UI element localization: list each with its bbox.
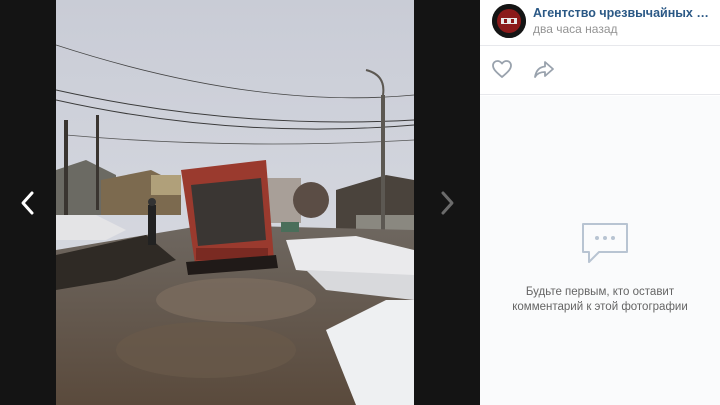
garbage-truck-in-pothole-photo xyxy=(56,0,414,405)
comment-bubble-icon xyxy=(579,220,631,273)
chevron-left-icon xyxy=(21,191,34,214)
empty-comments-message: Будьте первым, кто оставит комментарий к… xyxy=(480,285,720,315)
previous-photo-button[interactable] xyxy=(0,0,56,405)
photo[interactable] xyxy=(56,0,414,405)
heart-icon xyxy=(492,60,512,78)
agency-logo-icon xyxy=(492,4,526,38)
share-button[interactable] xyxy=(533,59,555,84)
info-panel: Агентство чрезвычайных новостей два часа… xyxy=(480,0,720,405)
avatar[interactable] xyxy=(492,4,526,38)
empty-message-line-2: комментарий к этой фотографии xyxy=(512,301,688,313)
post-actions xyxy=(480,46,720,95)
share-arrow-icon xyxy=(534,61,554,78)
empty-message-line-1: Будьте первым, кто оставит xyxy=(525,286,675,298)
comments-empty-state: Будьте первым, кто оставит комментарий к… xyxy=(480,96,720,405)
chevron-right-icon xyxy=(441,191,454,214)
like-button[interactable] xyxy=(491,59,513,84)
post-time[interactable]: два часа назад xyxy=(533,22,618,36)
post-header: Агентство чрезвычайных новостей два часа… xyxy=(480,0,720,46)
author-name[interactable]: Агентство чрезвычайных новостей xyxy=(533,6,715,20)
photo-viewer xyxy=(0,0,480,405)
next-photo-button[interactable] xyxy=(414,0,480,405)
